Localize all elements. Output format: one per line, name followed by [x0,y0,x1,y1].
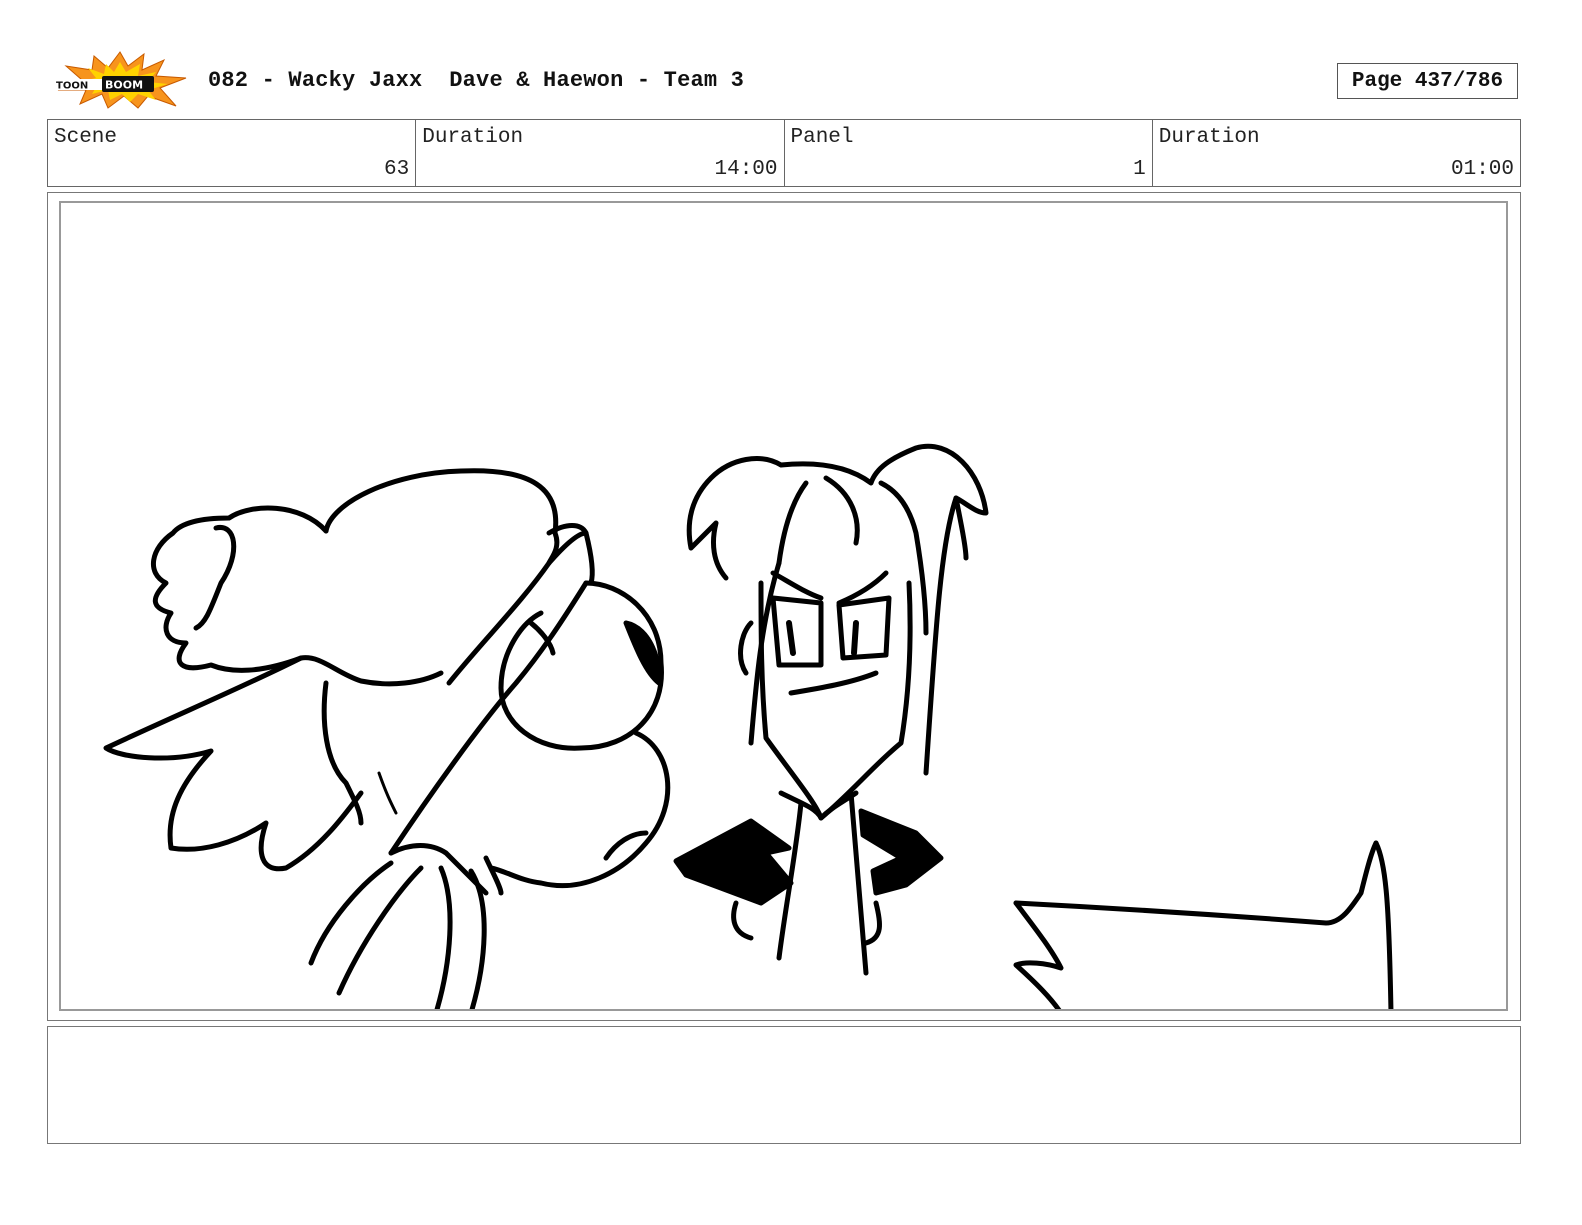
panel-duration-value: 01:00 [1450,158,1514,181]
toon-boom-logo: TOON BOOM [52,50,188,110]
scene-value: 63 [384,158,410,181]
storyboard-panel-frame [47,192,1521,1021]
panel-info-row: Scene 63 Duration 14:00 Panel 1 Duration… [47,119,1521,187]
document-title: 082 - Wacky Jaxx Dave & Haewon - Team 3 [208,68,745,93]
panel-label: Panel [790,126,854,149]
scene-duration-cell: Duration 14:00 [416,120,785,186]
panel-value: 1 [1133,158,1146,181]
panel-cell: Panel 1 [785,120,1153,186]
storyboard-panel [59,201,1508,1011]
scene-label: Scene [54,126,118,149]
panel-duration-cell: Duration 01:00 [1153,120,1520,186]
svg-text:BOOM: BOOM [105,79,143,92]
panel-duration-label: Duration [1158,126,1260,149]
panel-notes-box [47,1026,1521,1144]
page-counter: Page 437/786 [1337,63,1518,99]
scene-cell: Scene 63 [48,120,417,186]
svg-text:TOON: TOON [56,81,88,92]
storyboard-sketch [103,443,1394,1009]
scene-duration-label: Duration [422,126,524,149]
scene-duration-value: 14:00 [714,158,778,181]
